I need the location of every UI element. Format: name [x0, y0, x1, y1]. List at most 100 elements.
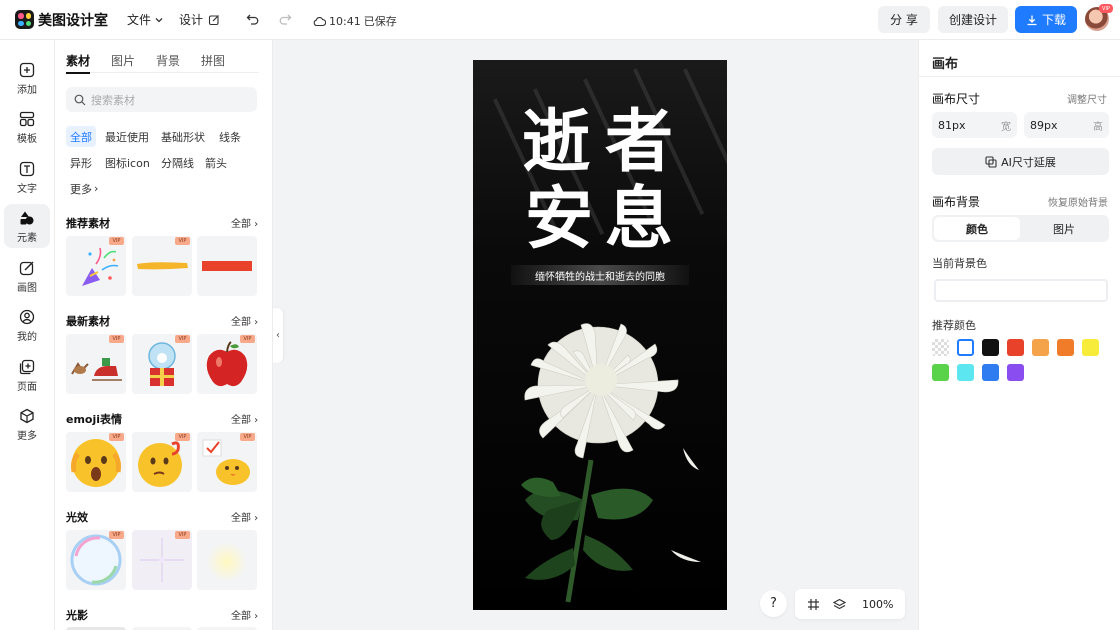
chip-more[interactable]: 更多 › [66, 178, 102, 199]
design-menu-label: 设计 [179, 13, 204, 27]
bg-image-tab[interactable]: 图片 [1021, 217, 1107, 240]
subtitle-banner[interactable]: 缅怀牺牲的战士和逝去的同胞 [511, 265, 689, 285]
headline-char[interactable]: 逝 [521, 105, 591, 180]
swatch-purple[interactable] [1007, 364, 1024, 381]
asset-shocked-emoji[interactable]: VIP [66, 432, 126, 492]
design-canvas[interactable]: 逝 者 安 息 缅怀牺牲的战士和逝去的同胞 [473, 60, 727, 610]
nav-add[interactable]: 添加 [4, 56, 50, 100]
nav-text[interactable]: 文字 [4, 155, 50, 199]
nav-mine[interactable]: 我的 [4, 303, 50, 347]
collapse-panel-button[interactable]: ‹ [273, 308, 283, 363]
swatch-yellow[interactable] [1082, 339, 1099, 356]
create-design-button[interactable]: 创建设计 [938, 6, 1008, 33]
nav-more[interactable]: 更多 [4, 402, 50, 446]
width-field[interactable]: 81px 宽 [932, 112, 1017, 138]
undo-icon[interactable] [246, 12, 260, 29]
download-button[interactable]: 下载 [1015, 6, 1077, 33]
search-input[interactable]: 搜索素材 [66, 87, 257, 112]
chip-basic-shapes[interactable]: 基础形状 [157, 126, 209, 147]
asset-red-rectangle[interactable] [197, 236, 257, 296]
chip-lines[interactable]: 线条 [215, 126, 245, 147]
swatch-red[interactable] [1007, 339, 1024, 356]
chip-icon[interactable]: 图标icon [101, 152, 154, 173]
headline-char[interactable]: 安 [521, 182, 597, 257]
current-color-field[interactable] [934, 279, 1108, 302]
tab-background[interactable]: 背景 [156, 52, 180, 73]
party-popper-icon [82, 247, 119, 286]
section-all-link[interactable]: 全部 › [231, 215, 258, 230]
nav-label: 页面 [17, 381, 37, 393]
height-value: 89px [1030, 118, 1058, 132]
rectangle-icon [202, 261, 252, 271]
asset-sparkle[interactable]: VIP [132, 530, 192, 590]
swatch-black[interactable] [982, 339, 999, 356]
width-unit: 宽 [1001, 121, 1011, 133]
swatch-blue[interactable] [982, 364, 999, 381]
swatch-light-orange[interactable] [1032, 339, 1049, 356]
tab-image[interactable]: 图片 [111, 52, 135, 73]
share-button[interactable]: 分 享 [878, 6, 930, 33]
vip-badge: VIP [109, 237, 124, 245]
headline-char[interactable]: 者 [601, 105, 677, 180]
asset-thinking-emoji[interactable]: VIP [132, 432, 192, 492]
asset-party-popper[interactable]: VIP [66, 236, 126, 296]
tab-collage[interactable]: 拼图 [201, 52, 225, 73]
nav-page[interactable]: 页面 [4, 353, 50, 397]
ai-extend-button[interactable]: AI尺寸延展 [932, 148, 1109, 175]
draw-icon [18, 259, 36, 277]
panel-tabs: 素材 图片 背景 拼图 [66, 52, 259, 74]
swatch-green[interactable] [932, 364, 949, 381]
section-all-link[interactable]: 全部 › [231, 313, 258, 328]
zoom-level[interactable]: 100% [862, 598, 893, 611]
section-all-link[interactable]: 全部 › [231, 607, 258, 622]
swatch-cyan[interactable] [957, 364, 974, 381]
panel-title: 画布 [932, 57, 959, 72]
current-bg-label: 当前背景色 [932, 257, 987, 270]
search-icon [74, 94, 86, 105]
height-field[interactable]: 89px 高 [1024, 112, 1109, 138]
swatch-transparent[interactable] [932, 339, 949, 356]
vip-badge: VIP [1099, 4, 1113, 13]
apple-icon [206, 341, 248, 387]
asset-sleigh[interactable]: VIP [66, 334, 126, 394]
help-button[interactable]: ? [760, 590, 787, 617]
design-menu[interactable]: 设计 [179, 11, 220, 28]
asset-snow-globe[interactable]: VIP [132, 334, 192, 394]
layers-icon[interactable] [826, 598, 852, 611]
asset-yellow-brush[interactable]: VIP [132, 236, 192, 296]
headline-char[interactable]: 息 [601, 182, 677, 257]
asset-apple[interactable]: VIP [197, 334, 257, 394]
all-label: 全部 [231, 219, 251, 230]
asset-chick-emoji[interactable]: VIP [197, 432, 257, 492]
nav-label: 元素 [17, 232, 37, 244]
download-icon [1027, 15, 1037, 25]
chip-arrow[interactable]: 箭头 [201, 152, 231, 173]
swatch-white[interactable] [957, 339, 974, 356]
text-icon [18, 160, 36, 178]
section-all-link[interactable]: 全部 › [231, 411, 258, 426]
app-logo[interactable]: 美图设计室 [15, 10, 108, 30]
chrysanthemum-image[interactable] [473, 310, 727, 610]
grid-icon[interactable] [800, 598, 826, 611]
chip-recent[interactable]: 最近使用 [101, 126, 153, 147]
asset-bubble[interactable]: VIP [66, 530, 126, 590]
vip-badge: VIP [175, 335, 190, 343]
chip-divider[interactable]: 分隔线 [157, 152, 198, 173]
all-label: 全部 [231, 611, 251, 622]
chip-all[interactable]: 全部 [66, 126, 96, 147]
redo-icon[interactable] [278, 12, 292, 29]
file-menu[interactable]: 文件 [127, 11, 164, 28]
top-bar: 美图设计室 文件 设计 10:41 已保存 分 享 创建设计 下载 VIP [0, 0, 1120, 40]
asset-glow[interactable] [197, 530, 257, 590]
restore-bg-link[interactable]: 恢复原始背景 [1048, 194, 1108, 209]
adjust-size-link[interactable]: 调整尺寸 [1067, 91, 1107, 106]
chip-irregular[interactable]: 异形 [66, 152, 96, 173]
section-all-link[interactable]: 全部 › [231, 509, 258, 524]
nav-draw[interactable]: 画图 [4, 254, 50, 298]
bg-color-tab[interactable]: 颜色 [934, 217, 1020, 240]
nav-template[interactable]: 模板 [4, 105, 50, 149]
nav-element[interactable]: 元素 [4, 204, 50, 248]
cloud-icon [313, 16, 326, 26]
tab-material[interactable]: 素材 [66, 52, 91, 74]
swatch-orange[interactable] [1057, 339, 1074, 356]
